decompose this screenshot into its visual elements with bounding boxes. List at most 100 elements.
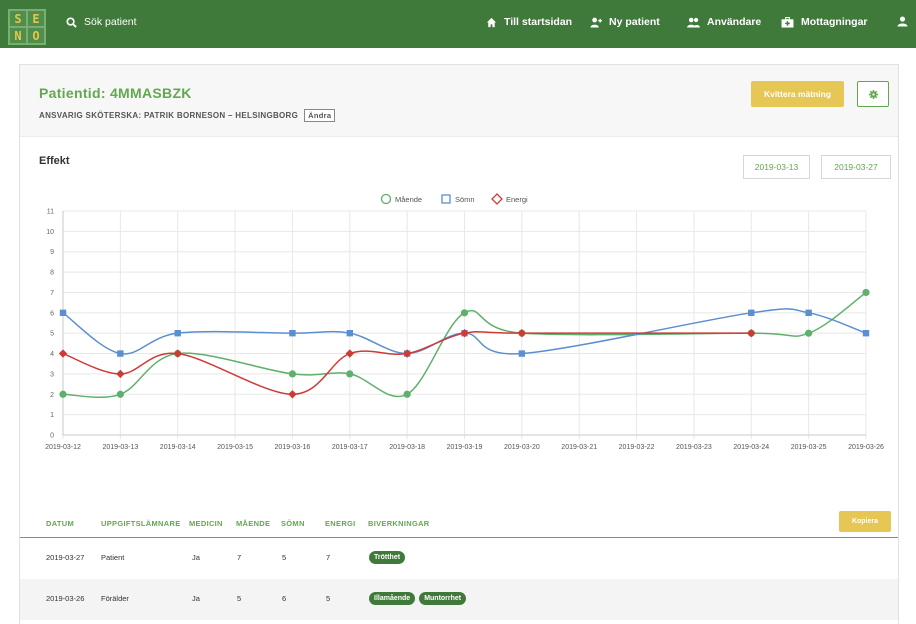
data-point	[345, 349, 354, 358]
x-tick-label: 2019-03-26	[848, 444, 884, 451]
header-side-effects: BIVERKNINGAR	[368, 519, 430, 528]
add-user-icon	[590, 17, 602, 28]
header-sleep: SÖMN	[281, 519, 305, 528]
users-nav-item[interactable]: Användare	[687, 16, 761, 28]
cell-medicine: Ja	[192, 594, 200, 603]
patient-panel: Patientid: 4MMASBZK ANSVARIG SKÖTERSKA: …	[19, 64, 899, 624]
cell-reporter: Förälder	[101, 594, 129, 603]
side-effect-tag[interactable]: Illamående	[369, 592, 416, 605]
cell-mood: 5	[237, 594, 242, 603]
header-date: DATUM	[46, 519, 75, 528]
receptions-nav-label: Mottagningar	[801, 16, 868, 28]
x-tick-label: 2019-03-14	[160, 444, 196, 451]
effect-line-chart: 0 1 2 3 4 5 6 7 8 9 10 11 2019-03-12 2019-03-13 2019-0…	[45, 193, 884, 451]
search-icon	[66, 16, 77, 28]
table-header-row: DATUM UPPGIFTSLÄMNARE MEDICIN MÅENDE SÖM…	[20, 506, 898, 538]
copy-button[interactable]: Kopiera	[839, 511, 891, 532]
legend-label: Sömn	[455, 195, 475, 204]
x-tick-label: 2019-03-20	[504, 444, 540, 451]
x-tick-label: 2019-03-13	[102, 444, 138, 451]
home-nav-item[interactable]: Till startsidan	[486, 16, 572, 28]
x-tick-label: 2019-03-22	[619, 444, 655, 451]
home-nav-label: Till startsidan	[504, 16, 573, 28]
data-point	[748, 309, 755, 317]
seno-logo[interactable]: S E N O	[8, 9, 46, 45]
data-point	[747, 328, 756, 338]
cell-energy: 7	[326, 553, 331, 562]
cell-sleep: 6	[282, 594, 287, 603]
legend-marker	[441, 194, 451, 204]
data-point	[116, 369, 125, 379]
y-tick-label: 0	[50, 433, 54, 440]
side-effect-tags: Trötthet	[369, 551, 406, 564]
data-point	[173, 349, 182, 358]
y-tick-label: 4	[50, 351, 54, 358]
data-point	[460, 309, 469, 317]
table-row: 2019-03-27 Patient Ja 7 5 7 Trötthet	[20, 538, 898, 579]
x-tick-label: 2019-03-15	[217, 444, 253, 451]
logo-letter: E	[27, 10, 45, 27]
data-point	[805, 309, 812, 317]
y-tick-label: 9	[50, 249, 54, 256]
legend-marker	[380, 193, 392, 205]
first-aid-kit-icon	[781, 16, 794, 28]
users-nav-label: Användare	[707, 16, 762, 28]
receptions-nav-item[interactable]: Mottagningar	[781, 16, 868, 28]
y-tick-label: 6	[50, 310, 54, 317]
x-tick-label: 2019-03-24	[733, 444, 769, 451]
cell-medicine: Ja	[192, 553, 200, 562]
x-tick-label: 2019-03-25	[791, 444, 827, 451]
y-tick-label: 5	[50, 331, 54, 338]
data-point	[288, 390, 297, 399]
data-point	[862, 288, 870, 297]
cell-reporter: Patient	[101, 553, 125, 562]
data-point	[518, 350, 526, 357]
data-point	[403, 390, 411, 398]
legend-label: Energi	[506, 195, 528, 204]
data-point	[288, 370, 297, 378]
y-tick-label: 7	[50, 290, 54, 297]
data-point	[58, 349, 68, 358]
home-icon	[486, 17, 497, 27]
x-tick-label: 2019-03-19	[447, 444, 483, 451]
y-tick-label: 2	[50, 392, 54, 399]
header-energy: ENERGI	[325, 519, 356, 528]
data-point	[289, 329, 296, 337]
y-tick-label: 3	[50, 371, 54, 378]
side-effect-tag[interactable]: Muntorrhet	[419, 592, 467, 605]
profile-menu[interactable]	[897, 16, 908, 27]
new-patient-nav-item[interactable]: Ny patient	[590, 16, 660, 28]
legend-label: Mående	[395, 195, 422, 204]
x-tick-label: 2019-03-17	[332, 444, 368, 451]
new-patient-nav-label: Ny patient	[609, 16, 660, 28]
header-medicine: MEDICIN	[189, 519, 223, 528]
data-point	[59, 309, 67, 317]
data-point	[346, 329, 353, 337]
header-reporter: UPPGIFTSLÄMNARE	[101, 519, 181, 528]
x-tick-label: 2019-03-21	[561, 444, 597, 451]
data-point	[117, 350, 124, 357]
data-point	[517, 328, 527, 338]
x-tick-label: 2019-03-23	[676, 444, 712, 451]
top-navigation-bar: S E N O Sök patient Till startsidan Ny p…	[0, 0, 916, 48]
x-tick-label: 2019-03-18	[389, 444, 425, 451]
cell-sleep: 5	[282, 553, 287, 562]
table-row: 2019-03-26 Förälder Ja 5 6 5 Illamående …	[20, 579, 898, 620]
data-point	[174, 329, 181, 337]
search-patient-label: Sök patient	[84, 16, 137, 28]
users-icon	[687, 17, 700, 28]
logo-letter: S	[9, 10, 27, 27]
header-mood: MÅENDE	[236, 519, 271, 528]
y-tick-label: 8	[50, 270, 54, 277]
side-effect-tags: Illamående Muntorrhet	[369, 592, 467, 605]
logo-letter: N	[9, 27, 27, 44]
cell-date: 2019-03-27	[46, 553, 85, 562]
cell-mood: 7	[237, 553, 242, 562]
data-point	[805, 329, 813, 337]
data-point	[59, 390, 67, 398]
y-tick-label: 10	[46, 229, 54, 236]
y-tick-label: 11	[47, 209, 54, 216]
side-effect-tag[interactable]: Trötthet	[369, 551, 406, 564]
search-patient-button[interactable]: Sök patient	[66, 16, 137, 28]
data-point	[862, 329, 870, 337]
